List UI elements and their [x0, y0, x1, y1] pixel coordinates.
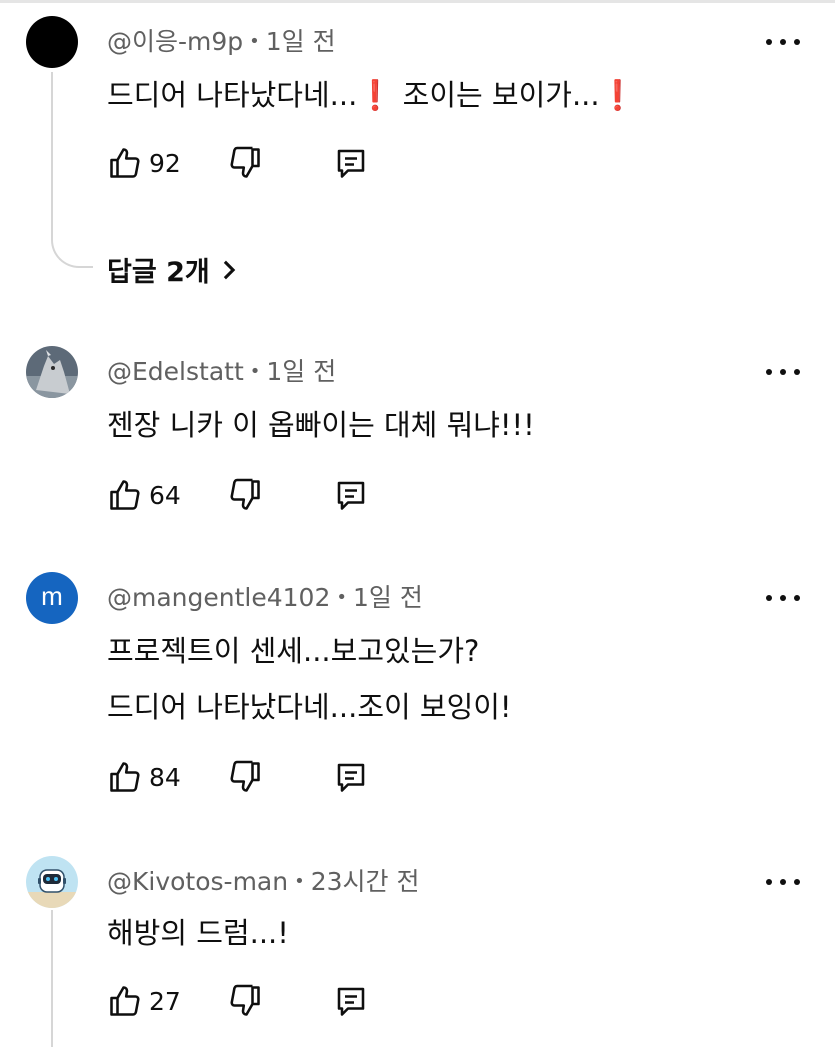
- like-count: 92: [149, 149, 181, 178]
- avatar[interactable]: [26, 346, 78, 398]
- comment-text-line: 프로젝트이 센세...보고있는가?: [107, 634, 480, 668]
- avatar-letter: m: [41, 580, 63, 611]
- separator-dot: •: [249, 361, 261, 382]
- more-options-button[interactable]: [766, 872, 800, 892]
- comment-meta: @이응-m9p • 1일 전: [107, 22, 336, 58]
- more-options-button[interactable]: [766, 362, 800, 382]
- replies-label: 답글 2개: [107, 257, 210, 288]
- comment-text-line: 드디어 나타났다네...조이 보잉이!: [107, 690, 512, 724]
- avatar[interactable]: [26, 16, 78, 68]
- comment-author[interactable]: @이응-m9p: [107, 27, 243, 56]
- separator-dot: •: [249, 31, 260, 52]
- thumbs-down-icon[interactable]: [227, 145, 263, 181]
- thumbs-down-icon[interactable]: [227, 477, 263, 513]
- more-vert-icon: [766, 879, 772, 885]
- thread-line: [51, 72, 53, 232]
- thumbs-up-icon[interactable]: [107, 983, 143, 1019]
- comment-actions: 27: [107, 983, 407, 1023]
- reply-icon[interactable]: [333, 759, 369, 795]
- thumbs-down-icon[interactable]: [227, 759, 263, 795]
- top-divider: [0, 0, 835, 3]
- thread-line: [51, 910, 53, 1047]
- chevron-right-icon: [223, 260, 235, 279]
- thumbs-up-icon[interactable]: [107, 759, 143, 795]
- comment-time: 1일 전: [265, 27, 336, 56]
- comment-meta: @Edelstatt • 1일 전: [107, 352, 336, 388]
- comment-time: 23시간 전: [310, 867, 420, 896]
- like-count: 84: [149, 763, 181, 792]
- separator-dot: •: [294, 871, 305, 892]
- comment-time: 1일 전: [353, 583, 423, 612]
- exclamation-emoji: ❗: [599, 78, 636, 112]
- comment-text-part: 드디어 나타났다네...: [107, 78, 358, 112]
- comment-author[interactable]: @mangentle4102: [107, 583, 330, 612]
- thumbs-up-icon[interactable]: [107, 145, 143, 181]
- like-count: 64: [149, 481, 181, 510]
- reply-icon[interactable]: [333, 983, 369, 1019]
- more-options-button[interactable]: [766, 32, 800, 52]
- avatar[interactable]: m: [26, 572, 78, 624]
- more-vert-icon: [766, 595, 772, 601]
- more-vert-icon: [766, 39, 772, 45]
- comment-author[interactable]: @Kivotos-man: [107, 867, 288, 896]
- separator-dot: •: [336, 587, 347, 608]
- more-options-button[interactable]: [766, 588, 800, 608]
- replies-button[interactable]: 답글 2개: [107, 250, 238, 289]
- comment-meta: @mangentle4102 • 1일 전: [107, 578, 423, 614]
- more-vert-icon: [766, 369, 772, 375]
- thumbs-up-icon[interactable]: [107, 477, 143, 513]
- comment-actions: 92: [107, 145, 407, 185]
- comment-text: 해방의 드럼...!: [107, 916, 289, 950]
- comment-author[interactable]: @Edelstatt: [107, 357, 244, 386]
- comment-actions: 64: [107, 477, 407, 517]
- comment-text-part: 조이는 보이가...: [393, 78, 600, 112]
- comment-meta: @Kivotos-man • 23시간 전: [107, 862, 419, 898]
- avatar[interactable]: [26, 856, 78, 908]
- thumbs-down-icon[interactable]: [227, 983, 263, 1019]
- exclamation-emoji: ❗: [357, 78, 394, 112]
- comment-time: 1일 전: [266, 357, 337, 386]
- reply-icon[interactable]: [333, 145, 369, 181]
- thread-curve: [51, 226, 93, 268]
- comment-text: 드디어 나타났다네...❗ 조이는 보이가...❗: [107, 72, 636, 114]
- comment-actions: 84: [107, 759, 407, 799]
- reply-icon[interactable]: [333, 477, 369, 513]
- like-count: 27: [149, 987, 181, 1016]
- comment-text: 젠장 니카 이 옵빠이는 대체 뭐냐!!!: [107, 408, 535, 442]
